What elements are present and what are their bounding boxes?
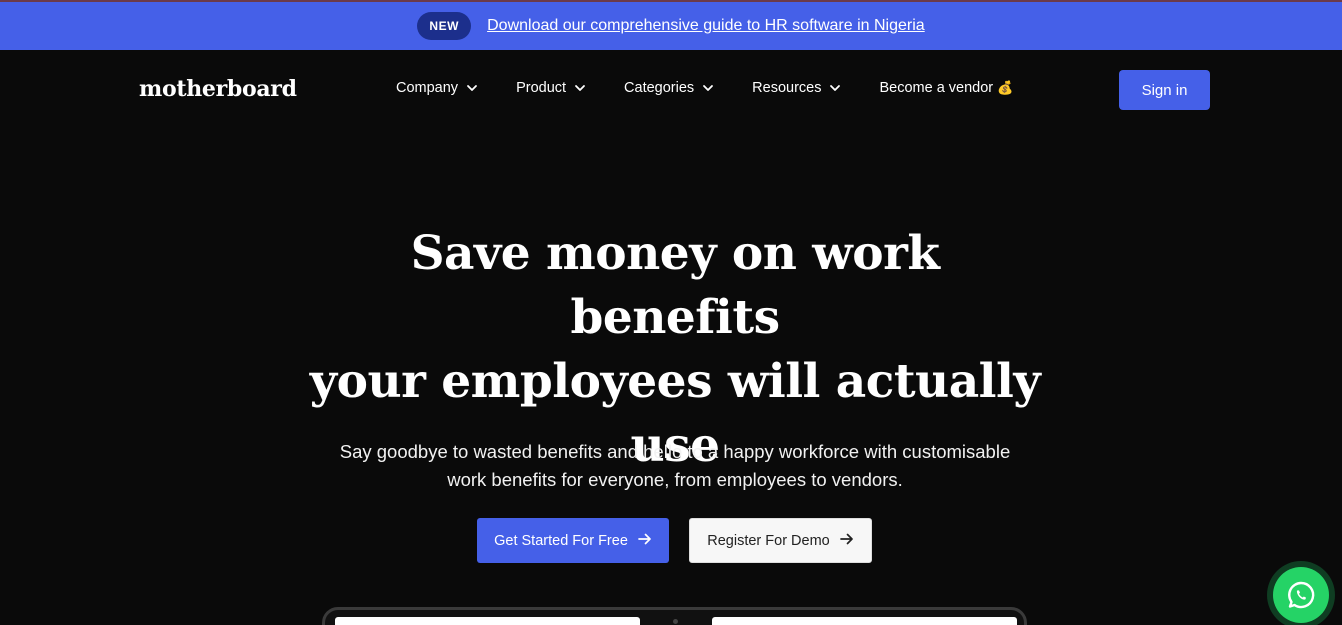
menu-item-label: Categories <box>624 80 695 96</box>
button-label: Register For Demo <box>707 532 830 549</box>
menu-item-categories[interactable]: Categories <box>624 80 714 96</box>
device-screen-right <box>712 617 1017 625</box>
logo[interactable]: motherboard <box>139 76 297 102</box>
arrow-right-icon <box>839 533 854 549</box>
chevron-down-icon <box>702 82 714 94</box>
arrow-right-icon <box>638 533 652 549</box>
hero-subtitle-line: Say goodbye to wasted benefits and hello… <box>339 441 1011 462</box>
chevron-down-icon <box>466 82 478 94</box>
menu-item-label: Company <box>396 80 459 96</box>
hero-subtitle: Say goodbye to wasted benefits and hello… <box>320 438 1030 494</box>
chevron-down-icon <box>574 82 586 94</box>
menu-item-product[interactable]: Product <box>516 80 586 96</box>
main-menu: Company Product Categories Resources Bec… <box>396 80 1013 96</box>
menu-item-label: Product <box>516 80 567 96</box>
hero-subtitle-line: work benefits for everyone, from employe… <box>447 469 903 490</box>
announcement-link[interactable]: Download our comprehensive guide to HR s… <box>487 17 925 35</box>
money-bag-icon: 💰 <box>997 80 1014 95</box>
top-navigation: motherboard Company Product Categories R… <box>0 50 1342 130</box>
chevron-down-icon <box>829 82 841 94</box>
menu-item-label: Resources <box>752 80 822 96</box>
sign-in-button[interactable]: Sign in <box>1119 70 1210 110</box>
register-demo-button[interactable]: Register For Demo <box>689 518 872 563</box>
whatsapp-chat-button[interactable] <box>1267 561 1335 625</box>
device-mockup <box>322 607 1027 625</box>
hero-title-line: your employees will actually <box>309 354 1041 409</box>
menu-item-company[interactable]: Company <box>396 80 478 96</box>
menu-item-label: Become a vendor <box>879 80 994 96</box>
hero-title-line: Save money on work benefits <box>410 226 940 345</box>
whatsapp-icon <box>1273 567 1329 623</box>
button-label: Get Started For Free <box>494 532 628 549</box>
menu-item-become-vendor[interactable]: Become a vendor 💰 <box>879 80 1013 96</box>
menu-item-resources[interactable]: Resources <box>752 80 841 96</box>
get-started-button[interactable]: Get Started For Free <box>477 518 669 563</box>
device-camera <box>673 619 678 624</box>
announcement-bar: NEW Download our comprehensive guide to … <box>0 0 1342 50</box>
new-badge: NEW <box>417 12 472 40</box>
device-screen-left <box>335 617 640 625</box>
